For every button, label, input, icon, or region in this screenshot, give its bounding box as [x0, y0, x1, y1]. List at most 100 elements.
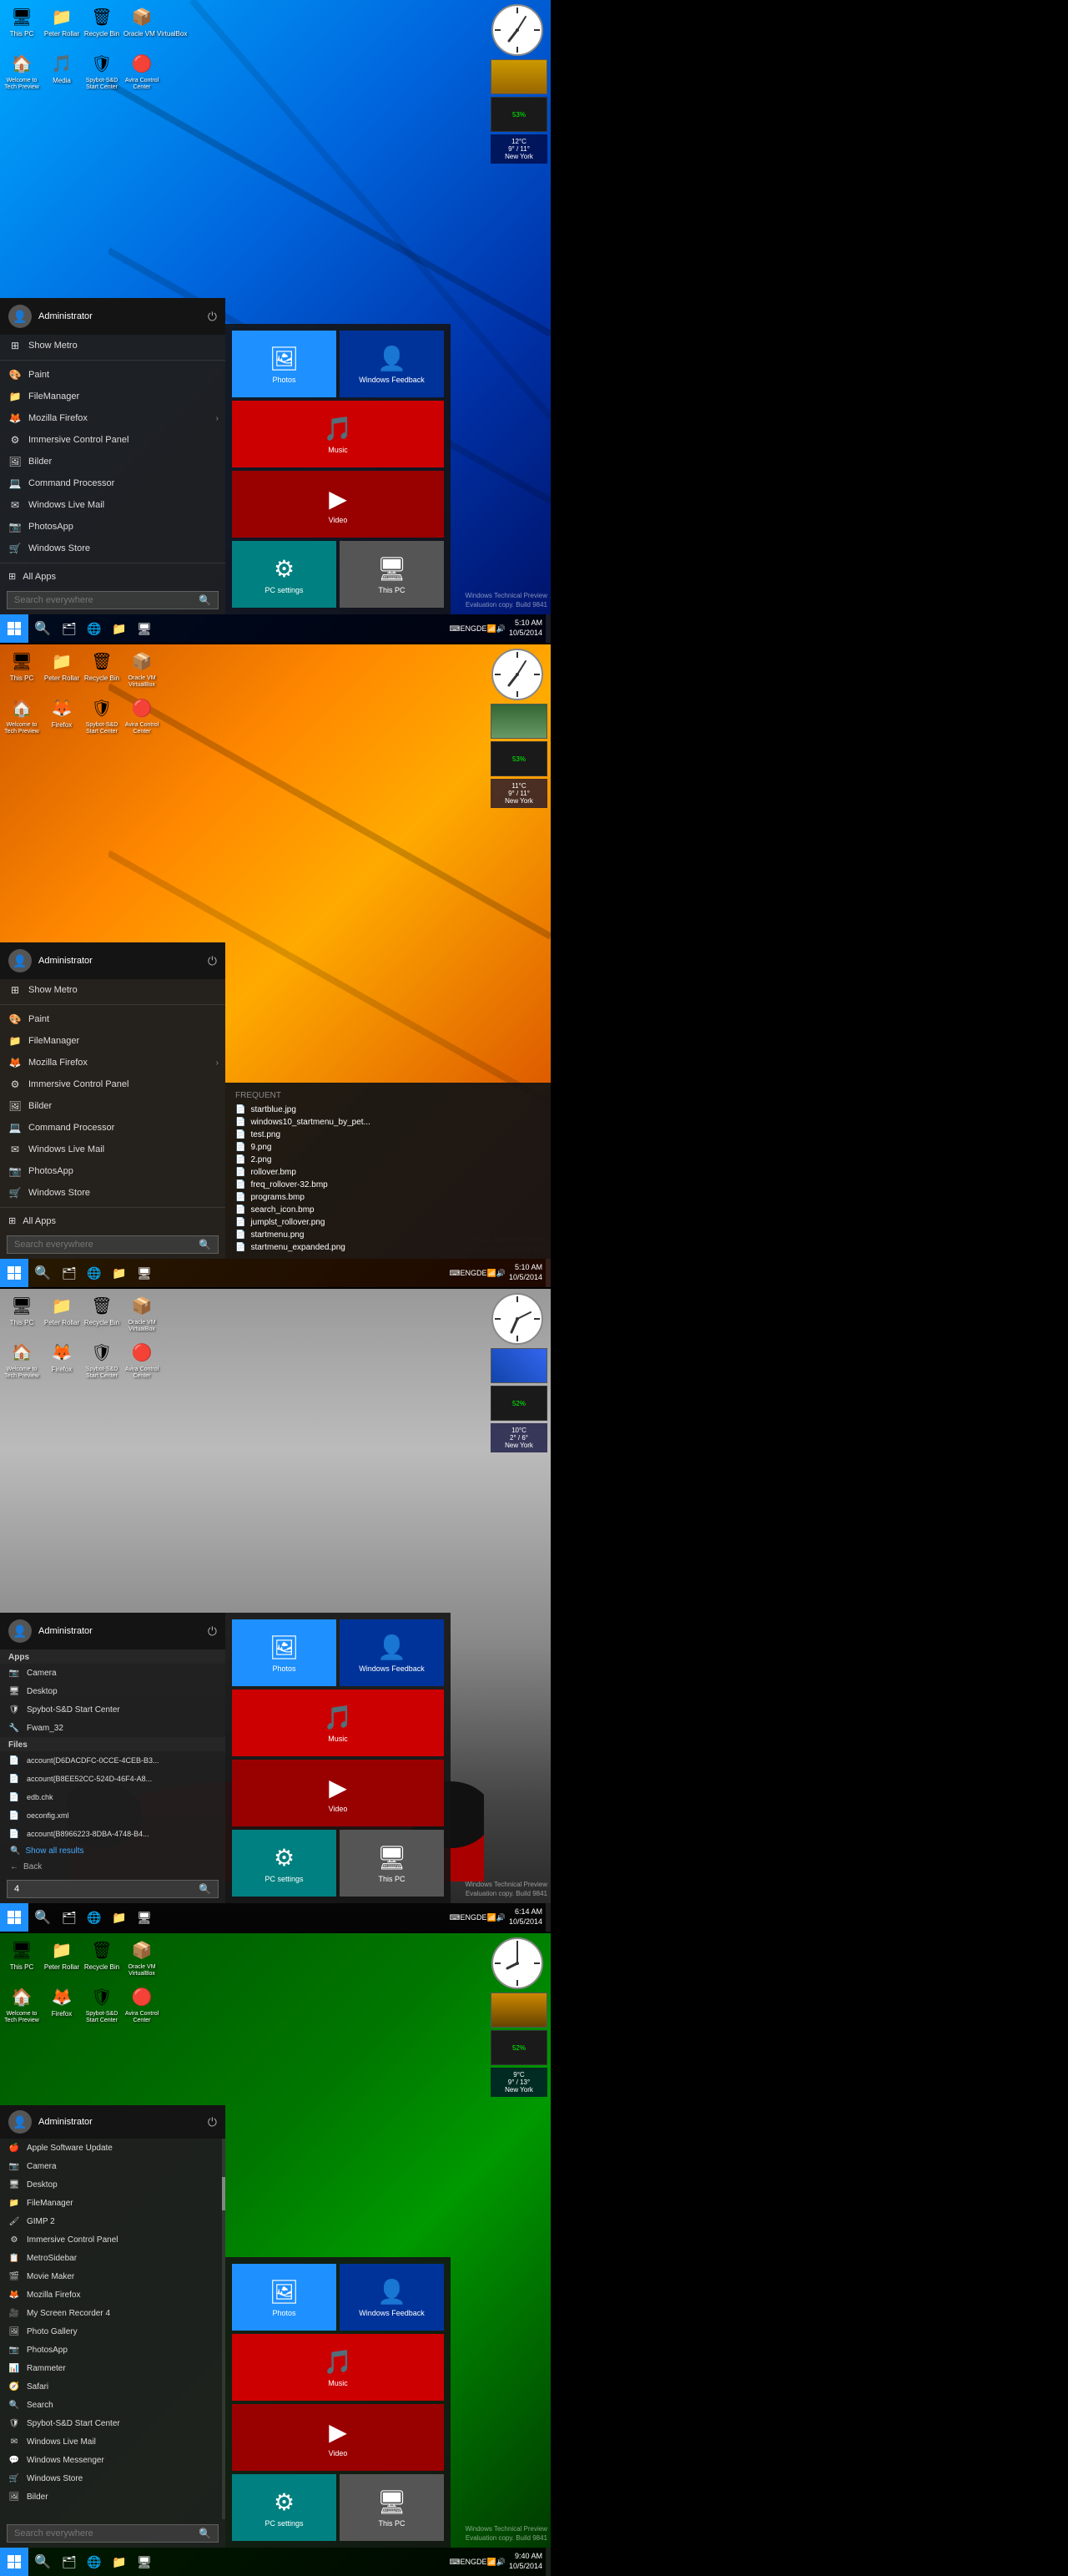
tray-lang2-2[interactable]: DE: [476, 1269, 487, 1277]
power-button-2[interactable]: ⏻: [208, 954, 217, 968]
power-button-4[interactable]: ⏻: [208, 2115, 217, 2129]
tray-clock-2[interactable]: 5:10 AM 10/5/2014: [506, 1263, 546, 1282]
desktop-icon-techpreview[interactable]: 🏠 Welcome toTech Preview: [3, 50, 40, 90]
all-apps-btn-2[interactable]: ⊞ All Apps: [0, 1211, 225, 1230]
di-vbox-s3[interactable]: 📦Oracle VMVirtualBox: [123, 1292, 160, 1332]
start-item-livemail-2[interactable]: ✉ Windows Live Mail: [0, 1139, 225, 1160]
tile-pcsettings-4[interactable]: ⚙ PC settings: [232, 2474, 336, 2541]
all-apps-btn-1[interactable]: ⊞ All Apps: [0, 567, 225, 586]
start-item-bilder-2[interactable]: 🖼 Bilder: [0, 1095, 225, 1117]
show-desktop-3[interactable]: [546, 1903, 551, 1932]
file-item-2-3[interactable]: 📄edb.chk: [0, 1788, 225, 1806]
search-box-3[interactable]: 🔍: [7, 1880, 219, 1898]
app-messenger-4[interactable]: 💬Windows Messenger: [0, 2451, 225, 2469]
app-spybot-4[interactable]: 🛡Spybot-S&D Start Center: [0, 2414, 225, 2432]
start-item-store-2[interactable]: 🛒 Windows Store: [0, 1182, 225, 1204]
tray-wifi-1[interactable]: 📶: [487, 624, 496, 634]
start-item-controlpanel-1[interactable]: ⚙ Immersive Control Panel: [0, 429, 225, 451]
show-desktop-2[interactable]: [546, 1259, 551, 1287]
app-desktop-3[interactable]: 🖥Desktop: [0, 1682, 225, 1700]
taskbar-taskview-2[interactable]: 🗂: [57, 1259, 82, 1287]
start-button-2[interactable]: [0, 1259, 28, 1287]
di-thispc-s3[interactable]: 🖥This PC: [3, 1292, 40, 1332]
app-safari-4[interactable]: 🧭Safari: [0, 2377, 225, 2396]
taskbar-ie-3[interactable]: 🌐: [82, 1903, 107, 1932]
di-techpreview-s2[interactable]: 🏠Welcome toTech Preview: [3, 695, 40, 735]
start-item-store-1[interactable]: 🛒 Windows Store: [0, 538, 225, 559]
di-peterrollar-s4[interactable]: 📁Peter Rollar: [43, 1937, 80, 1977]
app-desktop-4[interactable]: 🖥Desktop: [0, 2175, 225, 2194]
tray-clock-4[interactable]: 9:40 AM 10/5/2014: [506, 2552, 546, 2571]
tray-vol-1[interactable]: 🔊: [496, 624, 506, 634]
taskbar-search-3[interactable]: 🔍: [28, 1903, 57, 1932]
start-item-cmd-2[interactable]: 💻 Command Processor: [0, 1117, 225, 1139]
search-input-1[interactable]: [14, 595, 199, 605]
taskbar-taskview-4[interactable]: 🗂: [57, 2548, 82, 2576]
start-item-cmdproc-1[interactable]: 💻 Command Processor: [0, 472, 225, 494]
tray-wifi-3[interactable]: 📶: [487, 1913, 496, 1922]
tile-feedback-4[interactable]: 👤 Windows Feedback: [340, 2264, 444, 2331]
frequent-item-6[interactable]: 📄 freq_rollover-32.bmp: [225, 1179, 551, 1191]
start-item-livemail-1[interactable]: ✉ Windows Live Mail: [0, 494, 225, 516]
app-rammeter-4[interactable]: 📊Rammeter: [0, 2359, 225, 2377]
power-button-1[interactable]: ⏻: [208, 310, 217, 324]
tray-keyboard-4[interactable]: ⌨: [449, 2558, 460, 2567]
desktop-icon-avira[interactable]: 🔴 Avira ControlCenter: [123, 50, 160, 90]
tray-keyboard-3[interactable]: ⌨: [449, 1913, 460, 1922]
tile-thispc-1[interactable]: 🖥 This PC: [340, 541, 444, 608]
app-screenrecorder-4[interactable]: 🎥My Screen Recorder 4: [0, 2304, 225, 2322]
di-vbox-s4[interactable]: 📦Oracle VMVirtualBox: [123, 1937, 160, 1977]
tray-wifi-4[interactable]: 📶: [487, 2558, 496, 2567]
tray-keyboard-2[interactable]: ⌨: [449, 1269, 460, 1278]
app-photosapp-4[interactable]: 📷PhotosApp: [0, 2341, 225, 2359]
frequent-item-11[interactable]: 📄 startmenu_expanded.png: [225, 1241, 551, 1254]
app-applesoftware-4[interactable]: 🍎Apple Software Update: [0, 2139, 225, 2157]
search-input-3[interactable]: [14, 1884, 199, 1894]
tile-video-4[interactable]: ▶ Video: [232, 2404, 444, 2471]
di-techpreview-s3[interactable]: 🏠Welcome toTech Preview: [3, 1339, 40, 1379]
search-box-1[interactable]: 🔍: [7, 591, 219, 609]
tray-vol-4[interactable]: 🔊: [496, 2558, 506, 2567]
frequent-item-1[interactable]: 📄 windows10_startmenu_by_pet...: [225, 1116, 551, 1129]
tray-keyboard-1[interactable]: ⌨: [449, 624, 460, 634]
tray-clock-1[interactable]: 5:10 AM 10/5/2014: [506, 619, 546, 638]
desktop-icon-media[interactable]: 🎵 Media: [43, 50, 80, 90]
taskbar-taskview-1[interactable]: 🗂: [57, 614, 82, 643]
di-recyclebin-s3[interactable]: 🗑Recycle Bin: [83, 1292, 120, 1332]
app-fwam-3[interactable]: 🔧Fwam_32: [0, 1719, 225, 1737]
tile-feedback-1[interactable]: 👤 Windows Feedback: [340, 331, 444, 397]
app-filemanager-4[interactable]: 📁FileManager: [0, 2194, 225, 2212]
start-item-showmetro-1[interactable]: ⊞ Show Metro: [0, 335, 225, 356]
taskbar-taskview-3[interactable]: 🗂: [57, 1903, 82, 1932]
tile-feedback-3[interactable]: 👤 Windows Feedback: [340, 1619, 444, 1686]
frequent-item-3[interactable]: 📄 9.png: [225, 1141, 551, 1154]
start-item-firefox-1[interactable]: 🦊 Mozilla Firefox ›: [0, 407, 225, 429]
taskbar-ie-1[interactable]: 🌐: [82, 614, 107, 643]
file-item-1-3[interactable]: 📄account{B8EE52CC-524D-46F4-A8...: [0, 1770, 225, 1788]
file-item-4-3[interactable]: 📄account{B8966223-8DBA-4748-B4...: [0, 1825, 225, 1843]
taskbar-ie-4[interactable]: 🌐: [82, 2548, 107, 2576]
start-item-firefox-2[interactable]: 🦊 Mozilla Firefox ›: [0, 1052, 225, 1073]
di-firefox-s2[interactable]: 🦊Firefox: [43, 695, 80, 735]
taskbar-extra-4[interactable]: 🖥: [132, 2548, 157, 2576]
tray-lang2-3[interactable]: DE: [476, 1913, 487, 1922]
frequent-item-2[interactable]: 📄 test.png: [225, 1129, 551, 1141]
frequent-item-9[interactable]: 📄 jumplst_rollover.png: [225, 1216, 551, 1229]
di-spybot-s3[interactable]: 🛡Spybot-S&DStart Center: [83, 1339, 120, 1379]
frequent-item-10[interactable]: 📄 startmenu.png: [225, 1229, 551, 1241]
tile-music-3[interactable]: 🎵 Music: [232, 1690, 444, 1756]
di-thispc-s2[interactable]: 🖥This PC: [3, 648, 40, 688]
app-gimp-4[interactable]: 🖌GIMP 2: [0, 2212, 225, 2230]
di-recyclebin-s2[interactable]: 🗑Recycle Bin: [83, 648, 120, 688]
frequent-item-0[interactable]: 📄 startblue.jpg: [225, 1104, 551, 1116]
tile-pcsettings-1[interactable]: ⚙ PC settings: [232, 541, 336, 608]
taskbar-extra-1[interactable]: 🖥: [132, 614, 157, 643]
tile-photos-4[interactable]: 🖼 Photos: [232, 2264, 336, 2331]
tray-wifi-2[interactable]: 📶: [487, 1269, 496, 1278]
di-avira-s3[interactable]: 🔴Avira ControlCenter: [123, 1339, 160, 1379]
tile-music-1[interactable]: 🎵 Music: [232, 401, 444, 467]
tray-vol-2[interactable]: 🔊: [496, 1269, 506, 1278]
taskbar-ie-2[interactable]: 🌐: [82, 1259, 107, 1287]
start-item-filemanager-1[interactable]: 📁 FileManager: [0, 386, 225, 407]
start-item-paint-2[interactable]: 🎨 Paint: [0, 1008, 225, 1030]
